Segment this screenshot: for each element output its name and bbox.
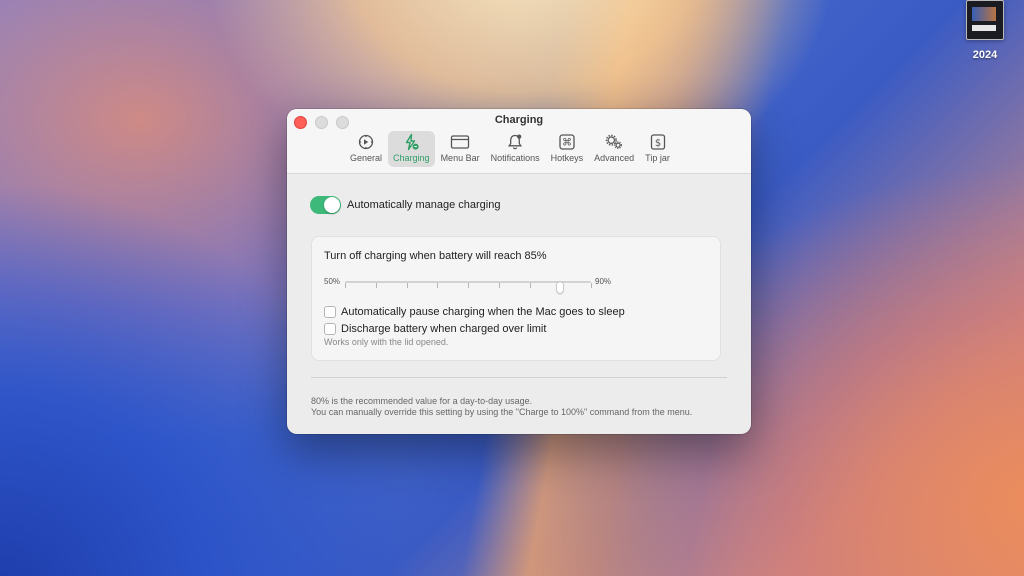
window-title: Charging xyxy=(494,114,544,126)
limit-slider[interactable]: 50% 90% xyxy=(324,276,624,293)
tab-general[interactable]: General xyxy=(345,131,387,167)
discharge-hint: Works only with the lid opened. xyxy=(324,337,449,347)
auto-manage-toggle[interactable] xyxy=(310,196,341,214)
discharge-option[interactable]: Discharge battery when charged over limi… xyxy=(324,323,546,335)
tab-hotkeys[interactable]: ⌘ Hotkeys xyxy=(546,131,589,167)
slider-tick xyxy=(529,283,531,288)
settings-window: Charging General Charging Menu Bar Notif… xyxy=(287,109,751,434)
desktop-item-label: 2024 xyxy=(972,49,998,61)
slider-track[interactable] xyxy=(345,281,592,293)
tab-label: Notifications xyxy=(490,153,540,163)
desktop-folder-2024[interactable]: 2024 xyxy=(960,0,1010,61)
folder-thumbnail xyxy=(966,0,1004,40)
slider-tick xyxy=(437,283,439,288)
divider xyxy=(311,377,727,378)
slider-tick xyxy=(591,283,592,288)
tab-advanced[interactable]: Advanced xyxy=(589,131,639,167)
footer-line-2: You can manually override this setting b… xyxy=(311,407,693,417)
tab-tip-jar[interactable]: $ Tip jar xyxy=(640,131,675,167)
tab-label: Hotkeys xyxy=(550,153,584,163)
charging-limit-card: Turn off charging when battery will reac… xyxy=(311,236,721,361)
footer-note: 80% is the recommended value for a day-t… xyxy=(311,396,692,418)
toolbar-tabs: General Charging Menu Bar Notifications xyxy=(345,131,676,167)
tab-label: Charging xyxy=(393,153,430,163)
footer-line-1: 80% is the recommended value for a day-t… xyxy=(311,396,533,406)
svg-text:$: $ xyxy=(654,138,660,149)
pause-sleep-checkbox[interactable] xyxy=(324,306,336,318)
discharge-label: Discharge battery when charged over limi… xyxy=(341,323,547,335)
toggle-knob xyxy=(324,197,340,213)
pause-sleep-label: Automatically pause charging when the Ma… xyxy=(341,306,625,318)
slider-min-label: 50% xyxy=(324,277,341,286)
auto-manage-row: Automatically manage charging xyxy=(310,196,500,214)
discharge-checkbox[interactable] xyxy=(324,323,336,335)
tab-notifications[interactable]: Notifications xyxy=(486,131,545,167)
svg-text:⌘: ⌘ xyxy=(562,138,572,149)
slider-tick xyxy=(406,283,408,288)
auto-manage-label: Automatically manage charging xyxy=(347,199,501,211)
slider-tick xyxy=(468,283,469,288)
pause-sleep-option[interactable]: Automatically pause charging when the Ma… xyxy=(324,306,625,318)
slider-tick xyxy=(498,283,500,288)
tab-label: General xyxy=(350,153,383,163)
tab-label: Advanced xyxy=(594,153,635,163)
dollar-icon: $ xyxy=(648,133,668,151)
tab-charging[interactable]: Charging xyxy=(388,131,435,167)
bell-icon xyxy=(505,133,525,151)
tab-label: Tip jar xyxy=(645,153,670,163)
dial-icon xyxy=(356,133,376,151)
slider-thumb[interactable] xyxy=(557,282,564,293)
tab-label: Menu Bar xyxy=(440,153,480,163)
limit-title: Turn off charging when battery will reac… xyxy=(324,250,547,262)
bolt-icon xyxy=(401,133,421,151)
slider-max-label: 90% xyxy=(595,277,612,286)
command-key-icon: ⌘ xyxy=(557,133,577,151)
slider-tick xyxy=(375,283,377,288)
slider-tick xyxy=(345,283,346,288)
titlebar: Charging General Charging Menu Bar Notif… xyxy=(287,109,751,174)
gears-icon xyxy=(604,133,624,151)
tab-menu-bar[interactable]: Menu Bar xyxy=(436,131,485,167)
window-icon xyxy=(450,133,470,151)
